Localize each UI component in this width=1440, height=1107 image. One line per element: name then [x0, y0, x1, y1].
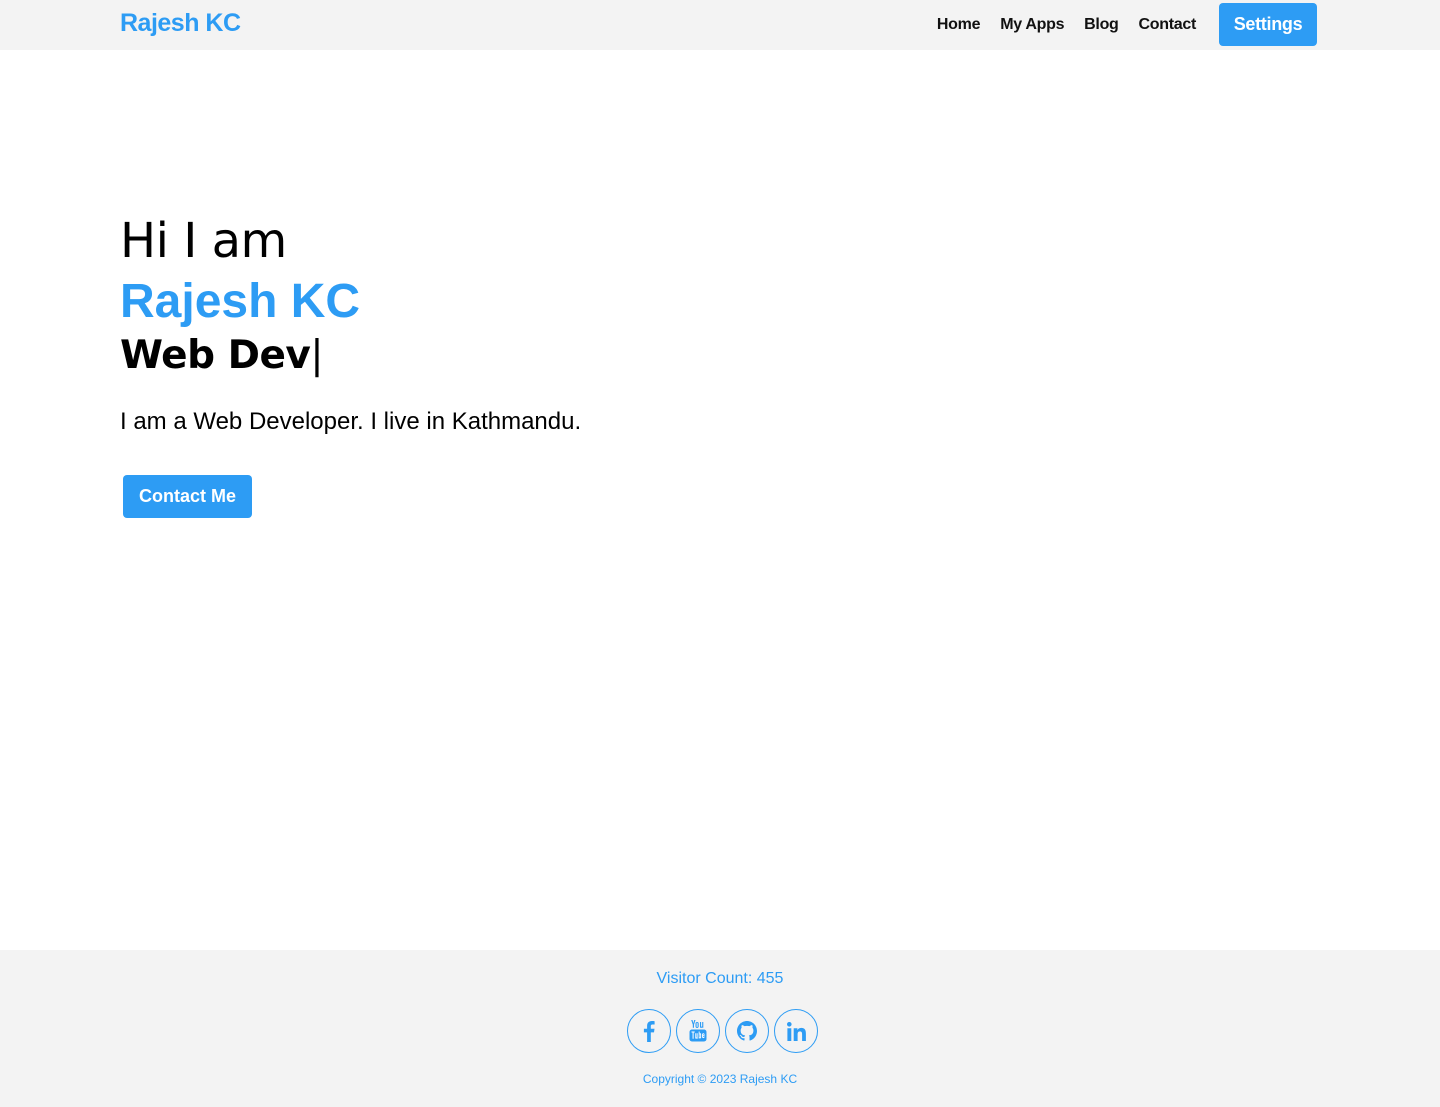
- brand-logo-link[interactable]: Rajesh KC: [120, 9, 241, 38]
- youtube-link[interactable]: [676, 1009, 720, 1053]
- navbar: Rajesh KC Home My Apps Blog Contact Sett…: [0, 0, 1440, 50]
- social-links: [627, 1009, 823, 1053]
- nav-link-home[interactable]: Home: [937, 16, 981, 34]
- nav-links: Home My Apps Blog Contact Settings: [937, 0, 1440, 50]
- footer: Visitor Count: 455 Copyright © 2023 Raje…: [0, 950, 1440, 1107]
- hero-greeting: Hi I am: [120, 213, 287, 269]
- linkedin-link[interactable]: [774, 1009, 818, 1053]
- facebook-icon: [643, 1020, 655, 1042]
- hero-name: Rajesh KC: [120, 275, 361, 328]
- hero-role-line: Web Dev|: [120, 331, 323, 381]
- contact-me-button[interactable]: Contact Me: [123, 475, 252, 518]
- nav-link-my-apps[interactable]: My Apps: [1000, 16, 1064, 34]
- github-icon: [737, 1021, 757, 1041]
- nav-link-contact[interactable]: Contact: [1139, 16, 1197, 34]
- hero-role-text: Web Dev: [120, 333, 311, 378]
- linkedin-icon: [786, 1021, 806, 1041]
- visitor-count: Visitor Count: 455: [656, 970, 784, 987]
- facebook-link[interactable]: [627, 1009, 671, 1053]
- hero-description: I am a Web Developer. I live in Kathmand…: [120, 408, 582, 435]
- hero-section: Hi I am Rajesh KC Web Dev| I am a Web De…: [120, 210, 581, 518]
- nav-link-blog[interactable]: Blog: [1084, 16, 1119, 34]
- github-link[interactable]: [725, 1009, 769, 1053]
- copyright-text: Copyright © 2023 Rajesh KC: [642, 1072, 798, 1086]
- youtube-icon: [689, 1020, 707, 1042]
- typing-cursor: |: [310, 333, 323, 378]
- settings-button[interactable]: Settings: [1219, 2, 1317, 46]
